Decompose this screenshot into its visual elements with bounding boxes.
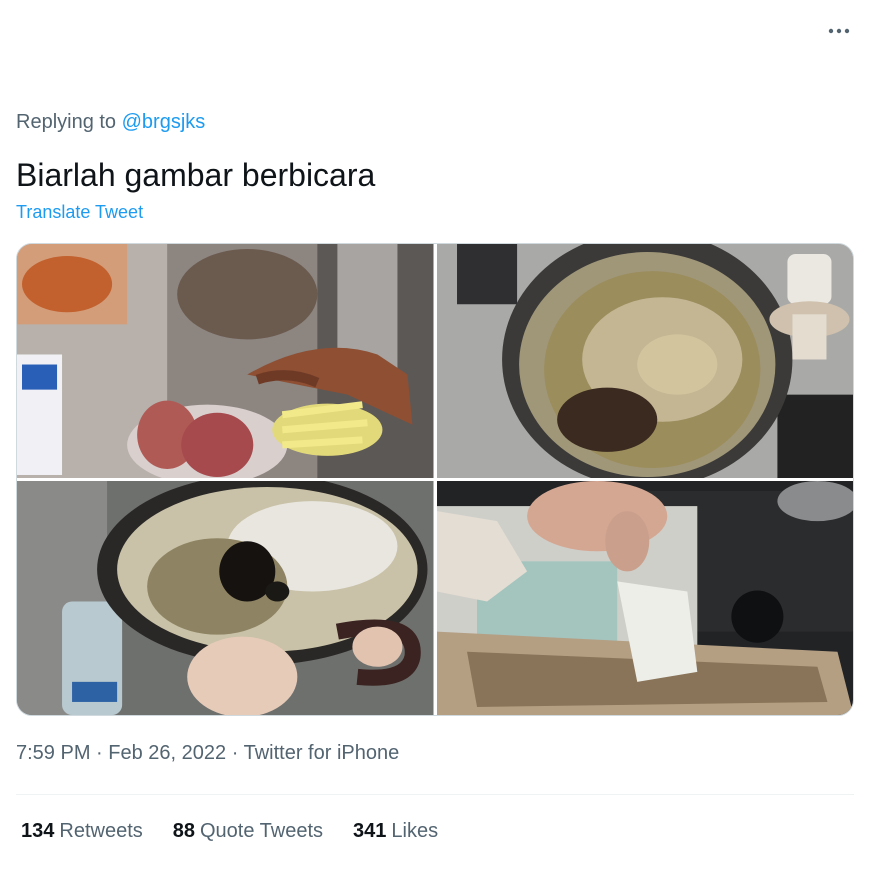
media-grid (16, 243, 854, 716)
tweet-time-link[interactable]: 7:59 PM (16, 742, 90, 764)
tweet-date-link[interactable]: Feb 26, 2022 (108, 742, 226, 764)
tweet-text: Biarlah gambar berbicara (16, 157, 376, 193)
likes-stat-link[interactable]: 341 Likes (353, 820, 438, 843)
replying-to: Replying to @brgsjks (16, 111, 205, 134)
meta-separator: · (96, 742, 103, 764)
translate-tweet-link[interactable]: Translate Tweet (16, 202, 143, 223)
stove-foil-photo[interactable] (436, 481, 853, 715)
quote-tweets-stat-link[interactable]: 88 Quote Tweets (173, 820, 323, 843)
tweet-meta: 7:59 PM · Feb 26, 2022 · Twitter for iPh… (16, 742, 399, 765)
divider (16, 794, 854, 795)
likes-label: Likes (391, 820, 439, 842)
quote-tweets-label: Quote Tweets (200, 820, 324, 842)
dirty-pot-photo[interactable] (436, 244, 853, 478)
retweets-count: 134 (21, 820, 55, 842)
replying-handle-link[interactable]: @brgsjks (122, 111, 206, 133)
retweets-label: Retweets (59, 820, 143, 842)
tweet-source-link[interactable]: Twitter for iPhone (244, 742, 400, 764)
fridge-vegetables-photo[interactable] (17, 244, 434, 478)
meta-separator: · (231, 742, 239, 764)
more-options-button[interactable] (822, 14, 856, 48)
retweets-stat-link[interactable]: 134 Retweets (21, 820, 143, 843)
likes-count: 341 (353, 820, 387, 842)
burnt-wok-photo[interactable] (17, 481, 434, 715)
more-horizontal-icon (828, 28, 850, 34)
quote-tweets-count: 88 (172, 820, 195, 842)
replying-prefix: Replying to (16, 111, 117, 133)
tweet-stats: 134 Retweets 88 Quote Tweets 341 Likes (21, 820, 438, 843)
